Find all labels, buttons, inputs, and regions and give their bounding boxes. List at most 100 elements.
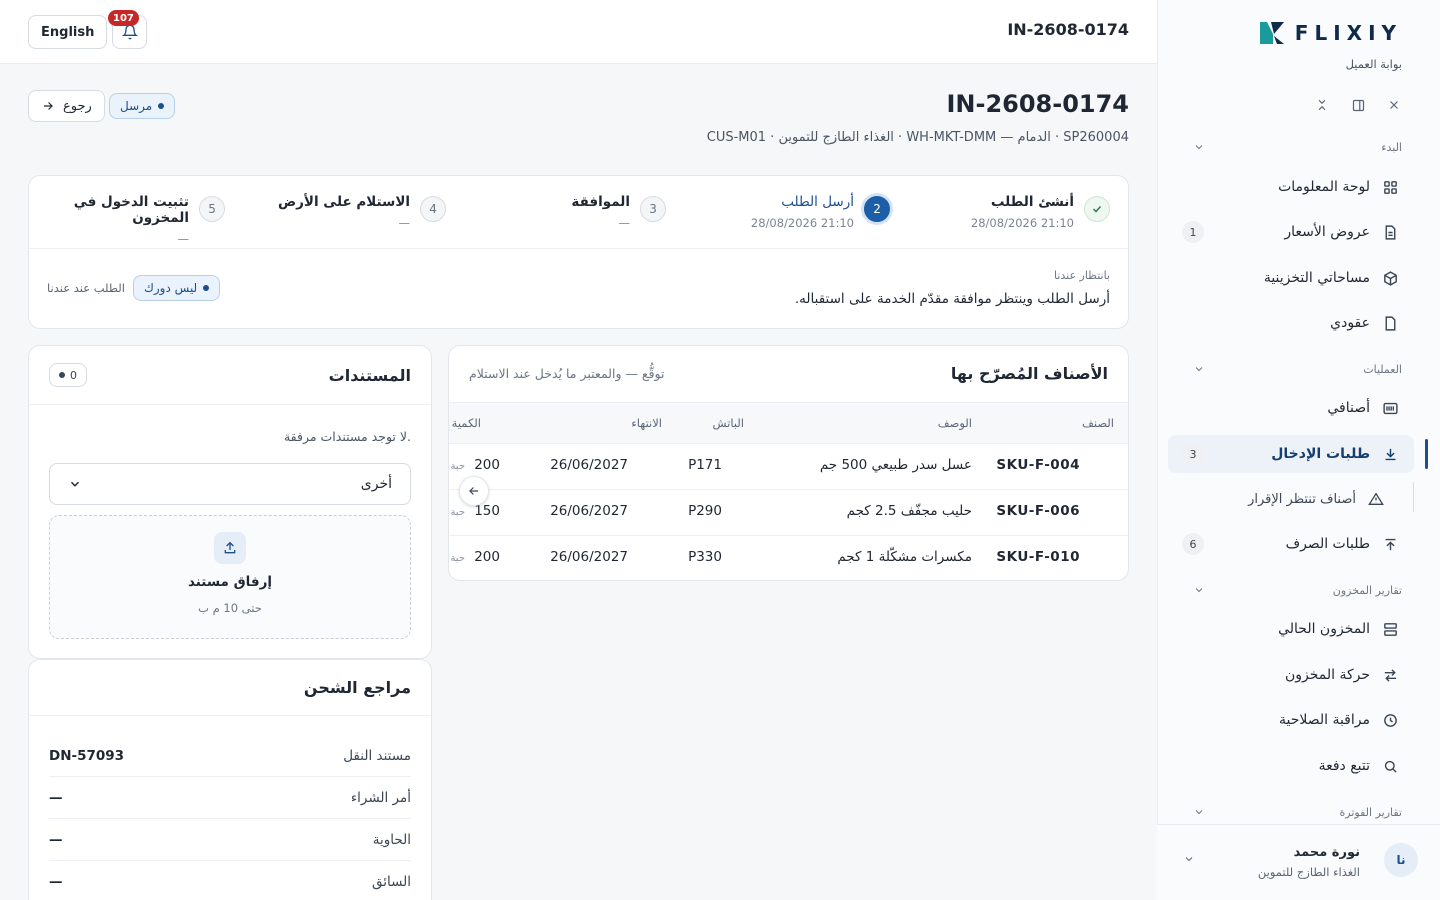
sidebar-item-label: أصناف تنتظر الإقرار: [1248, 491, 1356, 507]
col-batch: الباتش: [712, 416, 744, 430]
chevron-down-icon: [1195, 588, 1203, 593]
sidebar-item-outbound[interactable]: طلبات الصرف 6: [1168, 525, 1414, 563]
sidebar-item-label: المخزون الحالي: [1278, 621, 1370, 637]
sidebar-item-count: 6: [1182, 533, 1204, 555]
step-date: —: [618, 216, 631, 230]
cell-batch: P290: [688, 503, 722, 519]
table-row[interactable]: SKU-F-010 مكسرات مشكّلة 1 كجم P330 26/06…: [449, 536, 1128, 580]
cell-expiry: 26/06/2027: [550, 457, 628, 473]
document-icon: [1380, 222, 1400, 242]
cell-batch: P330: [688, 549, 722, 565]
sidebar-item-contracts[interactable]: عقودي: [1168, 304, 1414, 342]
section-inventory-reports[interactable]: تقارير المخزون: [1193, 584, 1402, 597]
sidebar-item-my-items[interactable]: أصنافي: [1168, 389, 1414, 427]
cell-desc: عسل سدر طبيعي 500 جم: [819, 457, 972, 473]
sidebar-controls: [1312, 95, 1404, 115]
sidebar-item-dashboard[interactable]: لوحة المعلومات: [1168, 168, 1414, 206]
notification-count-badge: 107: [108, 10, 139, 26]
cell-unit: حبة: [450, 507, 465, 518]
step-date: —: [398, 216, 411, 230]
top-bar: IN-2608-0174 English 107: [0, 0, 1157, 64]
shipping-key: أمر الشراء: [350, 789, 411, 806]
step-label: أرسل الطلب: [781, 194, 854, 210]
check-icon: [1084, 196, 1110, 222]
shipping-key: السائق: [371, 873, 411, 890]
active-indicator: [1425, 439, 1428, 469]
documents-count-badge: 0: [49, 363, 87, 387]
step-number: 5: [199, 196, 225, 222]
bell-icon: [121, 24, 138, 40]
turn-badge: ليس دورك: [133, 275, 221, 301]
section-label: تقارير المخزون: [1332, 584, 1402, 597]
cell-unit: حبة: [450, 553, 465, 564]
scroll-left-button[interactable]: [459, 476, 489, 506]
sidebar-item-quotes[interactable]: عروض الأسعار 1: [1168, 213, 1414, 251]
sidebar-item-storage[interactable]: مساحاتي التخزينية: [1168, 259, 1414, 297]
close-icon[interactable]: [1384, 95, 1404, 115]
col-sku: الصنف: [1081, 416, 1114, 430]
arrow-left-icon: [469, 487, 479, 495]
shipping-value: —: [49, 873, 63, 890]
sidebar-item-expiry-monitor[interactable]: مراقبة الصلاحية: [1168, 701, 1414, 739]
user-menu[interactable]: نا نورة محمد الغذاء الطازج للتموين: [1157, 824, 1440, 900]
count-dot: [59, 372, 65, 378]
back-button[interactable]: رجوع: [28, 90, 105, 122]
section-label: تقارير الفوترة: [1339, 806, 1402, 819]
avatar: نا: [1384, 843, 1418, 877]
file-icon: [1380, 313, 1400, 333]
step-4: 4 الاستلام على الأرض —: [278, 194, 446, 230]
chevron-down-icon: [1195, 810, 1203, 815]
sidebar-item-inbound[interactable]: طلبات الإدخال 3: [1168, 435, 1428, 473]
section-billing-reports[interactable]: تقارير الفوترة: [1193, 806, 1402, 819]
sidebar-item-stock-movement[interactable]: حركة المخزون: [1168, 656, 1414, 694]
items-card: الأصناف المُصرّح بها توقُّع — والمعتبر م…: [448, 345, 1129, 581]
cell-sku: SKU-F-010: [996, 549, 1080, 565]
search-icon: [1380, 756, 1400, 776]
step-5: 5 تثبيت الدخول في المخزون —: [29, 194, 225, 246]
cell-desc: حليب مجفّف 2.5 كجم: [846, 503, 972, 519]
sidebar-item-batch-tracking[interactable]: تتبع دفعة: [1168, 747, 1414, 785]
document-type-select[interactable]: أخرى: [49, 463, 411, 505]
divider: [29, 248, 1128, 249]
step-date: 28/08/2026 21:10: [970, 216, 1074, 230]
shipping-value: —: [49, 789, 63, 806]
step-2: 2 أرسل الطلب 28/08/2026 21:10: [751, 194, 890, 230]
step-date: 28/08/2026 21:10: [750, 216, 854, 230]
documents-title: المستندات: [328, 366, 411, 385]
sidebar-item-current-stock[interactable]: المخزون الحالي: [1168, 610, 1414, 648]
download-icon: [1380, 444, 1400, 464]
items-hint: توقُّع — والمعتبر ما يُدخل عند الاستلام: [469, 366, 665, 381]
collapse-icon[interactable]: [1312, 95, 1332, 115]
step-3: 3 الموافقة —: [571, 194, 666, 230]
step-date: —: [177, 232, 190, 246]
sidebar-item-label: عروض الأسعار: [1284, 224, 1370, 240]
sidebar: FLIXIY بوابة العميل البدء لوحة المعلومات…: [1157, 0, 1440, 900]
cell-batch: P171: [688, 457, 722, 473]
stack-icon: [1380, 619, 1400, 639]
user-name: نورة محمد: [1293, 845, 1360, 860]
table-row[interactable]: SKU-F-004 عسل سدر طبيعي 500 جم P171 26/0…: [449, 444, 1128, 490]
status-label: مرسل: [120, 99, 153, 113]
section-operations[interactable]: العمليات: [1193, 363, 1402, 376]
brand-subtitle: بوابة العميل: [1345, 57, 1402, 71]
sidebar-item-label: أصنافي: [1327, 400, 1370, 416]
shipping-key: مستند النقل: [343, 747, 411, 764]
documents-empty-text: لا توجد مستندات مرفقة.: [283, 429, 411, 444]
language-button[interactable]: English: [28, 15, 108, 49]
swap-icon: [1380, 665, 1400, 685]
attach-dropzone[interactable]: إرفاق مستند حتى 10 م ب: [49, 515, 411, 639]
chevron-down-icon: [1185, 857, 1193, 862]
table-row[interactable]: SKU-F-006 حليب مجفّف 2.5 كجم P290 26/06/…: [449, 490, 1128, 536]
sidebar-item-pending-items[interactable]: أصناف تنتظر الإقرار: [1200, 480, 1400, 518]
step-number: 3: [640, 196, 666, 222]
cell-expiry: 26/06/2027: [550, 549, 628, 565]
shipping-row: أمر الشراء —: [49, 777, 411, 819]
step-number: 4: [420, 196, 446, 222]
cell-expiry: 26/06/2027: [550, 503, 628, 519]
clock-icon: [1380, 710, 1400, 730]
cell-desc: مكسرات مشكّلة 1 كجم: [837, 549, 972, 565]
panel-icon[interactable]: [1348, 95, 1368, 115]
section-start[interactable]: البدء: [1193, 141, 1402, 154]
page-subtitle: SP260004 · الدمام — WH-MKT-DMM · الغذاء …: [706, 130, 1129, 145]
shipping-key: الحاوية: [372, 831, 411, 848]
